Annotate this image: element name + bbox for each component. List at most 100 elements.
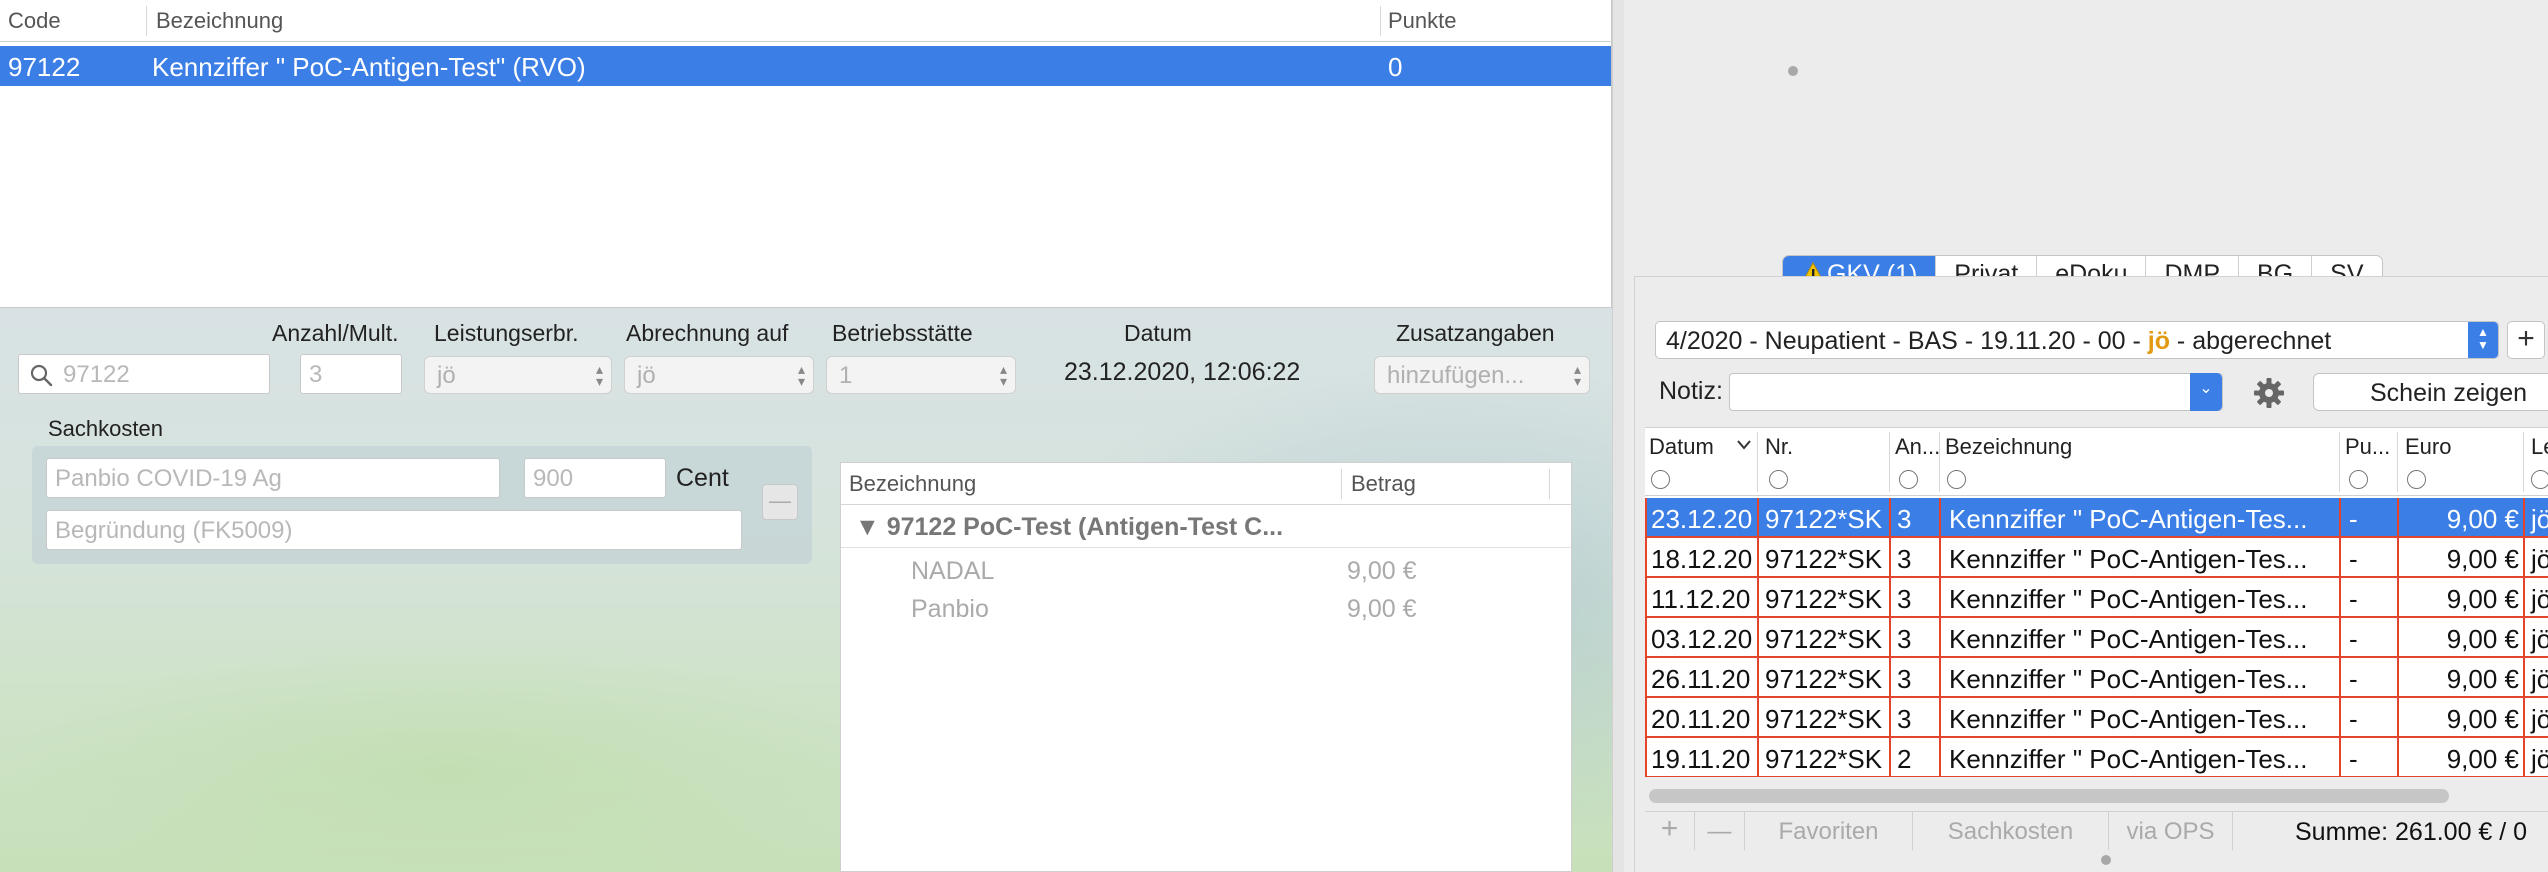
sachkosten-item-name[interactable]: Panbio [911, 595, 989, 624]
sachkosten-name-field[interactable]: Panbio COVID-19 Ag [46, 458, 500, 498]
cell-datum: 11.12.20 [1645, 578, 1759, 618]
drag-handle-dot[interactable] [2101, 855, 2111, 865]
sachkosten-group-row[interactable]: ▼ 97122 PoC-Test (Antigen-Test C... [855, 513, 1283, 542]
cell-nr: 97122*SK [1757, 618, 1891, 658]
code-table: Code Bezeichnung Punkte 97122 Kennziffer… [0, 0, 1612, 308]
cell-euro: 9,00 € [2397, 698, 2525, 738]
right-pane: GKV (1) Privat eDoku DMP BG SV 4/2020 - … [1624, 0, 2548, 872]
cell-lei: jö [2523, 578, 2548, 618]
leistungserbr-label: Leistungserbr. [434, 320, 579, 346]
filter-radio[interactable] [2349, 470, 2368, 489]
col-bezeichnung-header[interactable]: Bezeichnung [849, 471, 976, 497]
cell-an: 3 [1889, 698, 1941, 738]
chevron-down-icon[interactable]: ⌄ [2190, 373, 2222, 411]
col-bezeichnung-header[interactable]: Bezeichnung [156, 8, 283, 34]
notiz-label: Notiz: [1659, 377, 1723, 405]
cell-nr: 97122*SK [1757, 578, 1891, 618]
col-bezeichnung-header[interactable]: Bezeichnung [1945, 434, 2072, 460]
cell-bez: Kennziffer " PoC-Antigen-Tes... [1939, 658, 2341, 698]
anzahl-field[interactable]: 3 [300, 354, 402, 394]
cell-bez: Kennziffer " PoC-Antigen-Tes... [1939, 698, 2341, 738]
table-row[interactable]: 20.11.20 97122*SK 3 Kennziffer " PoC-Antige… [1645, 698, 2548, 738]
filter-radio[interactable] [1947, 470, 1966, 489]
cell-bez: Kennziffer " PoC-Antigen-Tes... [1939, 498, 2341, 538]
gear-icon[interactable] [2251, 375, 2287, 411]
disclosure-triangle-icon[interactable]: ▼ [855, 513, 880, 541]
search-value: 97122 [63, 361, 130, 388]
split-divider[interactable] [1612, 0, 1624, 872]
filter-radio[interactable] [2407, 470, 2426, 489]
col-code-header[interactable]: Code [8, 8, 61, 34]
add-leistung-button[interactable]: + [1645, 812, 1695, 850]
chevron-updown-icon: ▴ ▾ [595, 361, 603, 389]
group-label: 97122 PoC-Test (Antigen-Test C... [886, 513, 1284, 541]
leistungen-table-header: Datum Nr. An... Bezeichnung Pu... Euro L… [1645, 428, 2548, 496]
leistungserbr-select[interactable]: jö ▴ ▾ [424, 356, 612, 394]
col-betrag-header[interactable]: Betrag [1351, 471, 1416, 497]
cell-an: 3 [1889, 618, 1941, 658]
col-punkte-header[interactable]: Pu... [2345, 434, 2390, 460]
col-punkte-header[interactable]: Punkte [1388, 8, 1457, 34]
col-euro-header[interactable]: Euro [2405, 434, 2451, 460]
table-row[interactable]: 23.12.20 97122*SK 3 Kennziffer " PoC-Antige… [1645, 498, 2548, 538]
leistungen-toolbar: + — Favoriten Sachkosten via OPS Summe: … [1645, 811, 2548, 851]
cell-datum: 18.12.20 [1645, 538, 1759, 578]
filter-radio[interactable] [1651, 470, 1670, 489]
code-table-row[interactable]: 97122 Kennziffer " PoC-Antigen-Test" (RV… [0, 46, 1611, 86]
sachkosten-item-name[interactable]: NADAL [911, 557, 994, 586]
chevron-updown-icon: ▴ ▾ [1573, 361, 1581, 389]
cell-euro: 9,00 € [2397, 578, 2525, 618]
horizontal-scrollbar[interactable] [1649, 789, 2449, 803]
cell-datum: 23.12.20 [1645, 498, 1759, 538]
via-ops-button[interactable]: via OPS [2109, 812, 2233, 850]
table-row[interactable]: 03.12.20 97122*SK 3 Kennziffer " PoC-Antige… [1645, 618, 2548, 658]
cell-euro: 9,00 € [2397, 538, 2525, 578]
cell-pu: - [2339, 578, 2399, 618]
remove-leistung-button[interactable]: — [1695, 812, 1745, 850]
zusatz-select[interactable]: hinzufügen... ▴ ▾ [1374, 356, 1590, 394]
filter-radio[interactable] [1899, 470, 1918, 489]
remove-sachkosten-button[interactable]: — [762, 484, 798, 520]
cell-bez: Kennziffer " PoC-Antigen-Tes... [1939, 738, 2341, 777]
abrechnung-select[interactable]: jö ▴ ▾ [624, 356, 814, 394]
favoriten-button[interactable]: Favoriten [1745, 812, 1913, 850]
table-row[interactable]: 26.11.20 97122*SK 3 Kennziffer " PoC-Antige… [1645, 658, 2548, 698]
sachkosten-amount-field[interactable]: 900 [524, 458, 666, 498]
notiz-combo[interactable]: ⌄ [1729, 373, 2223, 411]
cell-euro: 9,00 € [2397, 498, 2525, 538]
schein-select[interactable]: 4/2020 - Neupatient - BAS - 19.11.20 - 0… [1655, 321, 2499, 359]
cell-bez: Kennziffer " PoC-Antigen-Tes... [1939, 618, 2341, 658]
row-punkte: 0 [1388, 52, 1403, 82]
row-bezeichnung: Kennziffer " PoC-Antigen-Test" (RVO) [152, 52, 586, 82]
table-row[interactable]: 19.11.20 97122*SK 2 Kennziffer " PoC-Antige… [1645, 738, 2548, 777]
col-datum-header[interactable]: Datum [1649, 434, 1714, 460]
leistungen-panel: 4/2020 - Neupatient - BAS - 19.11.20 - 0… [1634, 276, 2548, 872]
table-row[interactable]: 18.12.20 97122*SK 3 Kennziffer " PoC-Antige… [1645, 538, 2548, 578]
filter-radio[interactable] [2531, 470, 2548, 489]
cell-datum: 26.11.20 [1645, 658, 1759, 698]
right-top-area [1624, 0, 2548, 272]
search-input[interactable]: 97122 [18, 354, 270, 394]
filter-radio[interactable] [1769, 470, 1788, 489]
cell-pu: - [2339, 658, 2399, 698]
add-schein-button[interactable]: + [2507, 321, 2545, 359]
cell-euro: 9,00 € [2397, 658, 2525, 698]
sachkosten-item-betrag: 9,00 € [1347, 557, 1417, 585]
table-row[interactable]: 11.12.20 97122*SK 3 Kennziffer " PoC-Antige… [1645, 578, 2548, 618]
col-leistungserbr-header[interactable]: Lei [2531, 434, 2548, 460]
col-nr-header[interactable]: Nr. [1765, 434, 1793, 460]
betriebsstaette-value: 1 [839, 362, 853, 389]
chevron-updown-icon: ▴ ▾ [999, 361, 1007, 389]
cell-pu: - [2339, 698, 2399, 738]
cell-nr: 97122*SK [1757, 698, 1891, 738]
schein-zeigen-button[interactable]: Schein zeigen [2313, 373, 2548, 411]
datum-value[interactable]: 23.12.2020, 12:06:22 [1064, 358, 1300, 387]
betriebsstaette-select[interactable]: 1 ▴ ▾ [826, 356, 1016, 394]
col-anzahl-header[interactable]: An... [1895, 434, 1940, 460]
begruendung-field[interactable]: Begründung (FK5009) [46, 510, 742, 550]
cell-lei: jö [2523, 618, 2548, 658]
cell-lei: jö [2523, 538, 2548, 578]
row-code: 97122 [8, 52, 81, 82]
drag-handle-dot[interactable] [1788, 66, 1798, 76]
sachkosten-button[interactable]: Sachkosten [1913, 812, 2109, 850]
